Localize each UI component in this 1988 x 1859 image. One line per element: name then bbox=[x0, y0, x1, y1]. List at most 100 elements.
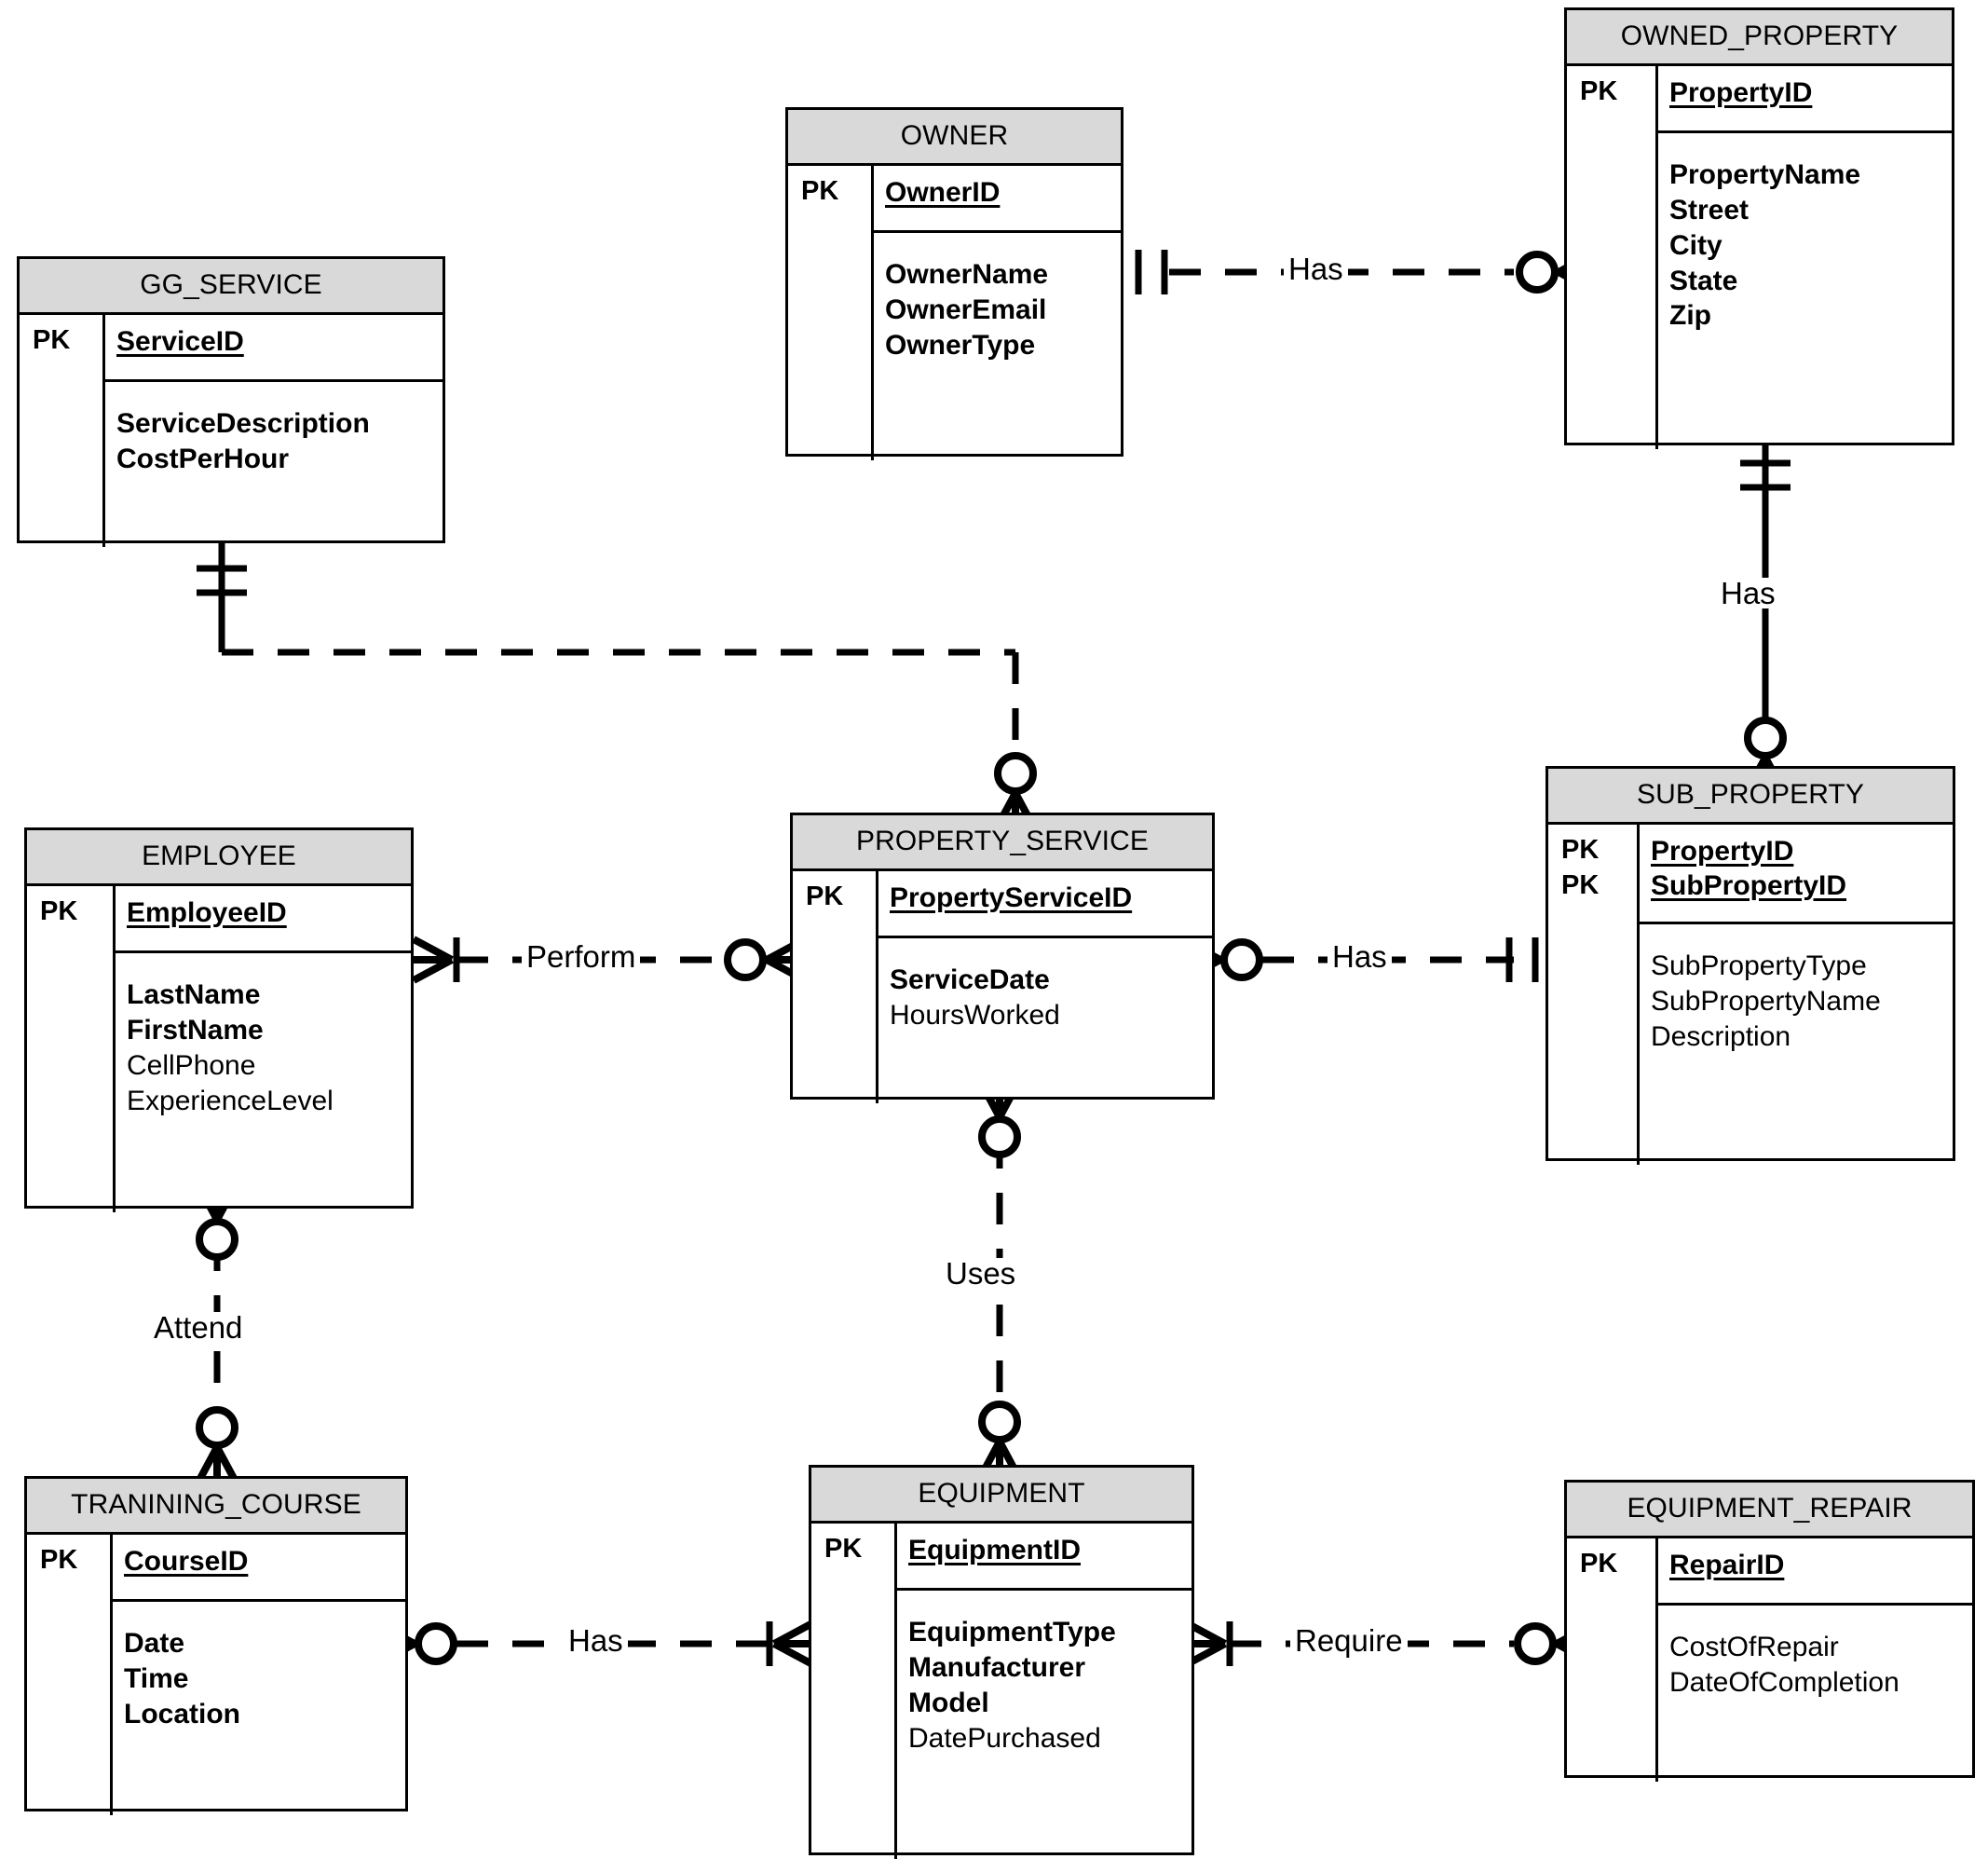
attribute-section-equipment: EquipmentType Manufacturer Model DatePur… bbox=[897, 1591, 1191, 1859]
pk-section-employee: EmployeeID bbox=[116, 886, 411, 954]
entity-tranining-course[interactable]: TRANINING_COURSE PK CourseID Date Time L… bbox=[24, 1476, 408, 1815]
pk-section-owner: OwnerID bbox=[874, 166, 1121, 234]
pk-section-equipment: EquipmentID bbox=[897, 1524, 1191, 1592]
attribute-section-owner: OwnerName OwnerEmail OwnerType bbox=[874, 233, 1121, 460]
key-column-property-service: PK bbox=[793, 871, 878, 1103]
attribute: Manufacturer bbox=[908, 1651, 1086, 1683]
entity-property-service[interactable]: PROPERTY_SERVICE PK PropertyServiceID Se… bbox=[790, 813, 1215, 1103]
relationship-label-tranining-course-has-equipment: Has bbox=[564, 1625, 628, 1656]
attribute-section-employee: LastName FirstName CellPhone ExperienceL… bbox=[116, 953, 411, 1212]
attribute: EquipmentType bbox=[908, 1617, 1116, 1648]
attribute-section-owned-property: PropertyName Street City State Zip bbox=[1658, 133, 1952, 449]
key-column-equipment: PK bbox=[811, 1524, 897, 1859]
pk-section-tranining-course: CourseID bbox=[113, 1535, 405, 1603]
attribute: CostPerHour bbox=[116, 443, 290, 474]
attribute: Description bbox=[1651, 1020, 1791, 1052]
entity-title-equipment-repair: EQUIPMENT_REPAIR bbox=[1567, 1483, 1972, 1538]
pk-marker: PK bbox=[40, 1545, 78, 1575]
attribute: State bbox=[1669, 265, 1738, 296]
attribute: DatePurchased bbox=[908, 1722, 1101, 1754]
attribute: OwnerName bbox=[885, 259, 1049, 291]
relationship-label-employee-perform-property-service: Perform bbox=[522, 941, 641, 972]
entity-equipment-repair[interactable]: EQUIPMENT_REPAIR PK RepairID CostOfRepai… bbox=[1564, 1480, 1975, 1782]
pk-attribute: PropertyID bbox=[1669, 77, 1813, 108]
entity-owned-property[interactable]: OWNED_PROPERTY PK PropertyID PropertyNam… bbox=[1564, 7, 1954, 449]
attribute: LastName bbox=[127, 979, 261, 1011]
attribute-section-sub-property: SubPropertyType SubPropertyName Descript… bbox=[1640, 924, 1953, 1165]
edge-owned-property-has-sub-property bbox=[1740, 445, 1791, 798]
attribute: ServiceDescription bbox=[116, 408, 370, 440]
attribute: SubPropertyName bbox=[1651, 986, 1881, 1018]
entity-equipment[interactable]: EQUIPMENT PK EquipmentID EquipmentType M… bbox=[809, 1465, 1194, 1859]
attribute: PropertyName bbox=[1669, 159, 1861, 191]
attribute: DateOfCompletion bbox=[1669, 1666, 1899, 1698]
pk-marker: PK bbox=[801, 176, 839, 206]
attribute: Model bbox=[908, 1687, 989, 1718]
attribute: Time bbox=[124, 1662, 189, 1694]
attribute: CellPhone bbox=[127, 1049, 256, 1081]
attribute: SubPropertyType bbox=[1651, 950, 1867, 982]
key-column-equipment-repair: PK bbox=[1567, 1538, 1658, 1782]
pk-attribute: RepairID bbox=[1669, 1550, 1785, 1580]
relationship-label-owned-property-has-sub-property: Has bbox=[1716, 578, 1780, 608]
key-column-owned-property: PK bbox=[1567, 66, 1658, 449]
entity-owner[interactable]: OWNER PK OwnerID OwnerName OwnerEmail Ow… bbox=[785, 107, 1123, 460]
entity-title-gg-service: GG_SERVICE bbox=[20, 259, 443, 315]
pk-attribute: SubPropertyID bbox=[1651, 870, 1847, 902]
entity-employee[interactable]: EMPLOYEE PK EmployeeID LastName FirstNam… bbox=[24, 827, 414, 1212]
pk-section-gg-service: ServiceID bbox=[105, 315, 443, 383]
entity-title-employee: EMPLOYEE bbox=[27, 830, 411, 886]
pk-attribute: EquipmentID bbox=[908, 1535, 1081, 1565]
entity-title-owned-property: OWNED_PROPERTY bbox=[1567, 10, 1952, 66]
attribute: Location bbox=[124, 1698, 240, 1729]
pk-marker: PK bbox=[1580, 1549, 1618, 1579]
pk-marker: PK bbox=[33, 325, 71, 355]
entity-title-owner: OWNER bbox=[788, 110, 1121, 166]
attribute: ExperienceLevel bbox=[127, 1085, 334, 1116]
attribute: CostOfRepair bbox=[1669, 1632, 1839, 1663]
entity-sub-property[interactable]: SUB_PROPERTY PK PK PropertyID SubPropert… bbox=[1545, 766, 1955, 1165]
er-diagram-canvas: Has Has Perform Has Attend Uses Has Requ… bbox=[0, 0, 1988, 1859]
relationship-label-property-service-uses-equipment: Uses bbox=[941, 1258, 1021, 1289]
attribute-section-property-service: ServiceDate HoursWorked bbox=[878, 938, 1212, 1103]
attribute: OwnerType bbox=[885, 329, 1036, 361]
pk-marker: PK bbox=[1561, 869, 1600, 900]
attribute: Date bbox=[124, 1628, 185, 1660]
relationship-label-equipment-require-equipment-repair: Require bbox=[1290, 1625, 1408, 1656]
pk-section-owned-property: PropertyID bbox=[1658, 66, 1952, 134]
key-column-sub-property: PK PK bbox=[1548, 825, 1640, 1165]
pk-marker: PK bbox=[1580, 76, 1618, 106]
pk-attribute: PropertyServiceID bbox=[890, 882, 1133, 913]
key-column-owner: PK bbox=[788, 166, 874, 460]
pk-section-equipment-repair: RepairID bbox=[1658, 1538, 1972, 1606]
pk-attribute: EmployeeID bbox=[127, 897, 287, 928]
attribute: OwnerEmail bbox=[885, 294, 1047, 325]
attribute-section-tranining-course: Date Time Location bbox=[113, 1602, 405, 1815]
attribute: ServiceDate bbox=[890, 964, 1050, 996]
pk-section-property-service: PropertyServiceID bbox=[878, 871, 1212, 939]
pk-marker: PK bbox=[40, 896, 78, 926]
pk-marker: PK bbox=[1561, 835, 1600, 865]
relationship-label-property-service-has-sub-property: Has bbox=[1328, 941, 1392, 972]
key-column-gg-service: PK bbox=[20, 315, 105, 547]
pk-attribute: ServiceID bbox=[116, 326, 244, 357]
pk-section-sub-property: PropertyID SubPropertyID bbox=[1640, 825, 1953, 925]
entity-gg-service[interactable]: GG_SERVICE PK ServiceID ServiceDescripti… bbox=[17, 256, 445, 547]
pk-marker: PK bbox=[824, 1534, 863, 1564]
attribute-section-gg-service: ServiceDescription CostPerHour bbox=[105, 382, 443, 547]
edge-owner-has-owned-property bbox=[1135, 248, 1599, 296]
pk-marker: PK bbox=[806, 882, 844, 911]
entity-title-tranining-course: TRANINING_COURSE bbox=[27, 1479, 405, 1535]
pk-attribute: OwnerID bbox=[885, 177, 1001, 208]
entity-title-equipment: EQUIPMENT bbox=[811, 1468, 1191, 1524]
pk-attribute: PropertyID bbox=[1651, 836, 1794, 867]
attribute: HoursWorked bbox=[890, 999, 1060, 1031]
attribute: FirstName bbox=[127, 1014, 264, 1046]
attribute-section-equipment-repair: CostOfRepair DateOfCompletion bbox=[1658, 1606, 1972, 1782]
relationship-label-owner-has-owned-property: Has bbox=[1284, 253, 1348, 284]
entity-title-property-service: PROPERTY_SERVICE bbox=[793, 815, 1212, 871]
relationship-label-employee-attend-tranining-course: Attend bbox=[149, 1312, 248, 1343]
edge-gg-service-property-service bbox=[197, 543, 1040, 833]
attribute: City bbox=[1669, 229, 1722, 261]
attribute: Street bbox=[1669, 194, 1750, 226]
